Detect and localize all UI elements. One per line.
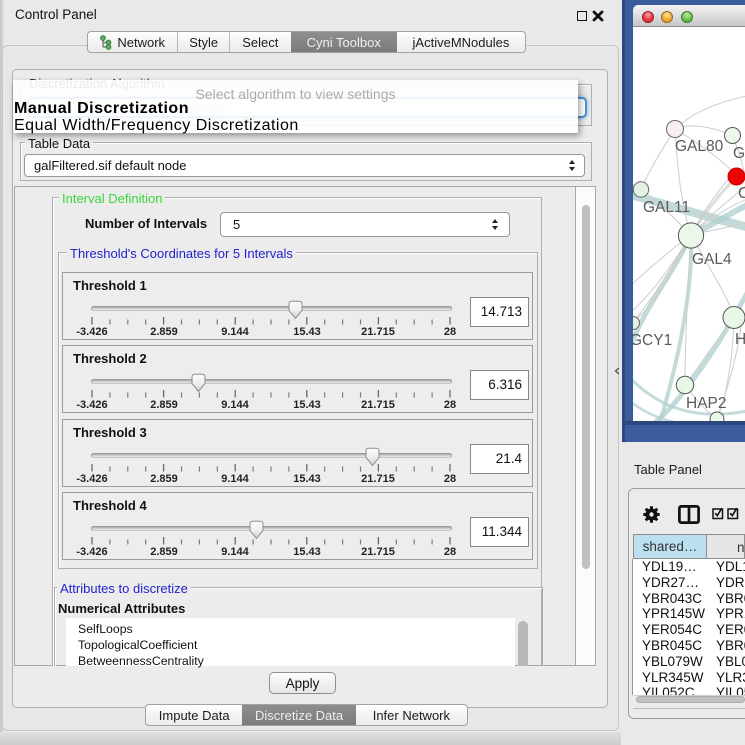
svg-text:C: C [738,185,745,202]
svg-text:GAL11: GAL11 [643,199,690,216]
svg-text:G.: G. [733,145,745,162]
svg-text:H: H [735,331,745,348]
svg-text:GAL4: GAL4 [692,251,732,268]
svg-text:HAP2: HAP2 [686,395,727,412]
svg-text:GCY1: GCY1 [633,332,672,349]
svg-text:GAL80: GAL80 [675,138,724,155]
